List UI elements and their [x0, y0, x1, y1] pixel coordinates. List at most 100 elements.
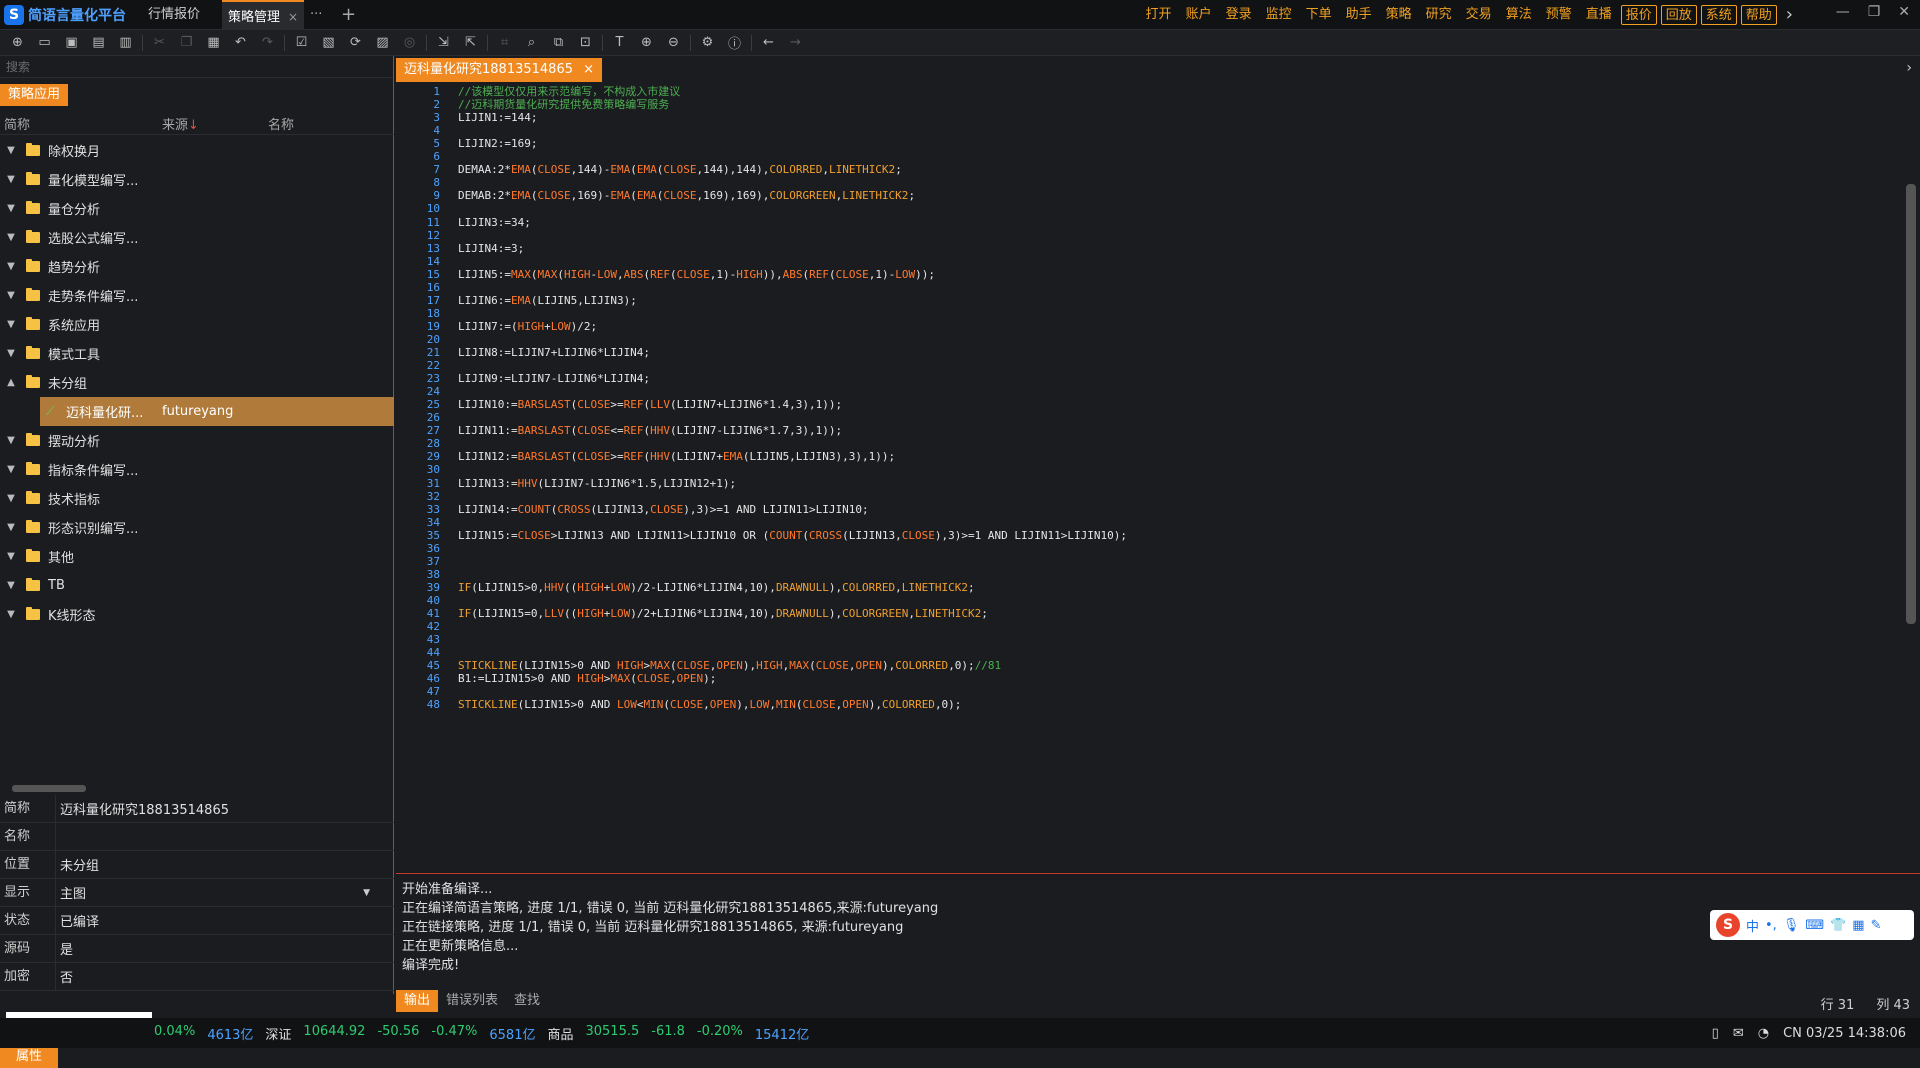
apps-grid-icon[interactable]: ▦	[1852, 918, 1864, 933]
menu-item[interactable]: 研究	[1419, 5, 1459, 25]
tree-folder[interactable]: ▼ TB	[0, 571, 394, 600]
info-icon[interactable]: ⓘ	[721, 32, 748, 54]
more-tabs-button[interactable]: ···	[310, 0, 330, 30]
message-icon[interactable]: ✉	[1733, 1026, 1744, 1041]
chevron-right-icon[interactable]: ›	[1779, 5, 1800, 25]
menu-item[interactable]: 交易	[1459, 5, 1499, 25]
output-tab[interactable]: 错误列表	[438, 990, 506, 1012]
expand-arrow-icon[interactable]: ▼	[0, 203, 22, 214]
search-icon[interactable]: ⌕	[518, 32, 545, 54]
menu-item[interactable]: 打开	[1139, 5, 1179, 25]
tree-item-strategy[interactable]: ⟋ 迈科量化研... futureyang	[40, 397, 394, 426]
tree-horizontal-scrollbar[interactable]	[0, 782, 394, 794]
tree-folder[interactable]: ▼ 形态识别编写...	[0, 513, 394, 542]
tree-folder[interactable]: ▲ 未分组	[0, 368, 394, 397]
refresh-icon[interactable]: ⟳	[342, 32, 369, 54]
tab-quotes[interactable]: 行情报价	[146, 0, 216, 30]
keyboard-icon[interactable]: ⌨	[1805, 918, 1824, 933]
expand-arrow-icon[interactable]: ▼	[0, 290, 22, 301]
property-value[interactable]: 否	[56, 967, 394, 986]
clipboard-icon[interactable]: ▯	[1712, 1026, 1719, 1041]
expand-arrow-icon[interactable]: ▼	[0, 348, 22, 359]
expand-arrow-icon[interactable]: ▼	[0, 435, 22, 446]
microphone-icon[interactable]: 🎙	[1783, 918, 1800, 933]
editor-vertical-scrollbar[interactable]	[1906, 184, 1916, 624]
copy-icon[interactable]: ❐	[173, 32, 200, 54]
menu-item-boxed[interactable]: 回放	[1660, 5, 1697, 25]
cut-icon[interactable]: ✂	[146, 32, 173, 54]
scrollbar-thumb[interactable]	[12, 785, 86, 792]
menu-item[interactable]: 策略	[1379, 5, 1419, 25]
export-icon[interactable]: ⇱	[457, 32, 484, 54]
close-icon[interactable]: ×	[288, 10, 298, 24]
menu-item[interactable]: 登录	[1219, 5, 1259, 25]
save-icon[interactable]: ▣	[58, 32, 85, 54]
expand-arrow-icon[interactable]: ▼	[0, 145, 22, 156]
delete-icon[interactable]: ▥	[112, 32, 139, 54]
tree-folder[interactable]: ▼ 量仓分析	[0, 194, 394, 223]
chevron-right-icon[interactable]: ›	[1906, 60, 1912, 76]
tree-folder[interactable]: ▼ 指标条件编写...	[0, 455, 394, 484]
tab-strategy-management[interactable]: 策略管理 ×	[222, 0, 304, 30]
punctuation-icon[interactable]: •,	[1765, 918, 1777, 933]
tools-icon[interactable]: ✎	[1871, 918, 1882, 933]
tree-folder[interactable]: ▼ 除权换月	[0, 136, 394, 165]
expand-arrow-icon[interactable]: ▼	[0, 261, 22, 272]
new-file-icon[interactable]: ⊕	[4, 32, 31, 54]
tree-folder[interactable]: ▼ 其他	[0, 542, 394, 571]
open-folder-icon[interactable]: ▭	[31, 32, 58, 54]
expand-arrow-icon[interactable]: ▼	[0, 493, 22, 504]
property-value[interactable]: 未分组	[56, 855, 394, 874]
undo-icon[interactable]: ↶	[227, 32, 254, 54]
find-in-files-icon[interactable]: ⊡	[572, 32, 599, 54]
select-icon[interactable]: ⌗	[491, 32, 518, 54]
menu-item-boxed[interactable]: 系统	[1700, 5, 1737, 25]
property-value[interactable]: 已编译	[56, 911, 394, 930]
tree-folder[interactable]: ▼ 趋势分析	[0, 252, 394, 281]
close-window-icon[interactable]: ✕	[1898, 4, 1910, 20]
close-icon[interactable]: ×	[583, 62, 594, 77]
save-all-icon[interactable]: ▤	[85, 32, 112, 54]
tree-folder[interactable]: ▼ 系统应用	[0, 310, 394, 339]
column-abbr[interactable]: 简称	[0, 114, 162, 133]
expand-arrow-icon[interactable]: ▼	[0, 580, 22, 591]
property-value[interactable]: 主图	[56, 883, 363, 902]
property-value[interactable]: 迈科量化研究18813514865	[56, 799, 394, 818]
expand-arrow-icon[interactable]: ▼	[0, 319, 22, 330]
menu-item-boxed[interactable]: 报价	[1620, 5, 1657, 25]
tab-strategy-apps[interactable]: 策略应用	[0, 84, 69, 106]
column-source[interactable]: 来源↓	[162, 114, 268, 133]
tree-folder[interactable]: ▼ 量化模型编写...	[0, 165, 394, 194]
add-tab-button[interactable]: +	[341, 0, 361, 30]
maximize-icon[interactable]: ❐	[1868, 4, 1881, 20]
column-name[interactable]: 名称	[268, 114, 294, 133]
gear-icon[interactable]: ⚙	[694, 32, 721, 54]
tree-folder[interactable]: ▼ 选股公式编写...	[0, 223, 394, 252]
menu-item[interactable]: 算法	[1499, 5, 1539, 25]
dropdown-arrow-icon[interactable]: ▼	[363, 888, 370, 898]
expand-arrow-icon[interactable]: ▼	[0, 609, 22, 620]
menu-item-boxed[interactable]: 帮助	[1740, 5, 1777, 25]
expand-arrow-icon[interactable]: ▼	[0, 551, 22, 562]
redo-icon[interactable]: ↷	[254, 32, 281, 54]
tab-properties[interactable]: 属性	[0, 1046, 59, 1068]
editor-tab[interactable]: 迈科量化研究18813514865 ×	[396, 58, 603, 82]
text-icon[interactable]: T	[606, 32, 633, 54]
ime-language[interactable]: 中	[1746, 916, 1759, 935]
skin-icon[interactable]: 👕	[1830, 918, 1846, 933]
menu-item[interactable]: 下单	[1299, 5, 1339, 25]
zoom-out-icon[interactable]: ⊖	[660, 32, 687, 54]
expand-arrow-icon[interactable]: ▼	[0, 174, 22, 185]
expand-arrow-icon[interactable]: ▼	[0, 232, 22, 243]
tree-folder[interactable]: ▼ 模式工具	[0, 339, 394, 368]
output-tab[interactable]: 查找	[506, 990, 548, 1012]
menu-item[interactable]: 助手	[1339, 5, 1379, 25]
menu-item[interactable]: 监控	[1259, 5, 1299, 25]
paste-icon[interactable]: ▦	[200, 32, 227, 54]
tree-folder[interactable]: ▼ 走势条件编写...	[0, 281, 394, 310]
output-tab[interactable]: 输出	[396, 990, 439, 1012]
code-editor[interactable]: 1//该模型仅仅用来示范编写，不构成入市建议 2//迈科期货量化研究提供免费策略编…	[396, 84, 1920, 954]
minimize-icon[interactable]: —	[1836, 4, 1850, 20]
zoom-in-icon[interactable]: ⊕	[633, 32, 660, 54]
menu-item[interactable]: 直播	[1579, 5, 1619, 25]
